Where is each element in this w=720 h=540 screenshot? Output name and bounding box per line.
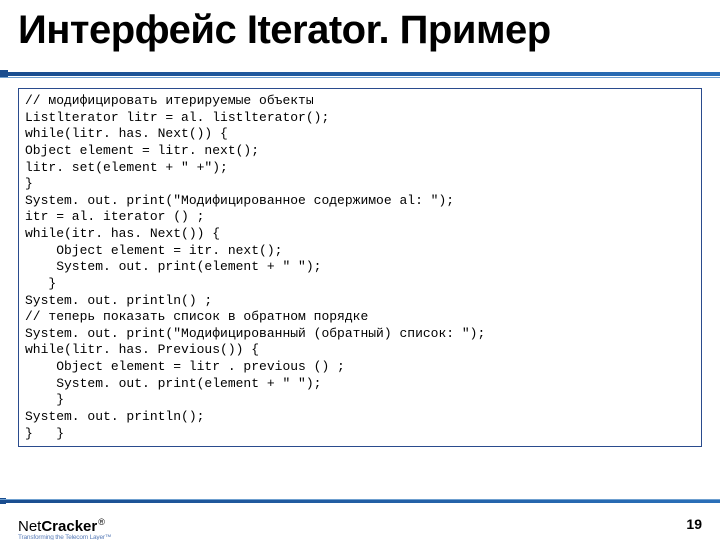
slide: Интерфейс Iterator. Пример // модифициро… [0,0,720,540]
footer-divider [0,499,720,504]
page-number: 19 [686,516,702,532]
logo-cracker: Cracker [41,518,97,535]
logo-net: Net [18,518,41,535]
logo-reg: ® [98,517,105,527]
code-content: // модифицировать итерируемые объекты Li… [25,93,695,442]
logo: NetCracker® [18,518,105,534]
slide-title: Интерфейс Iterator. Пример [18,8,702,53]
title-divider [0,72,720,78]
code-block: // модифицировать итерируемые объекты Li… [18,88,702,447]
logo-tagline: Transforming the Telecom Layer™ [18,534,111,540]
